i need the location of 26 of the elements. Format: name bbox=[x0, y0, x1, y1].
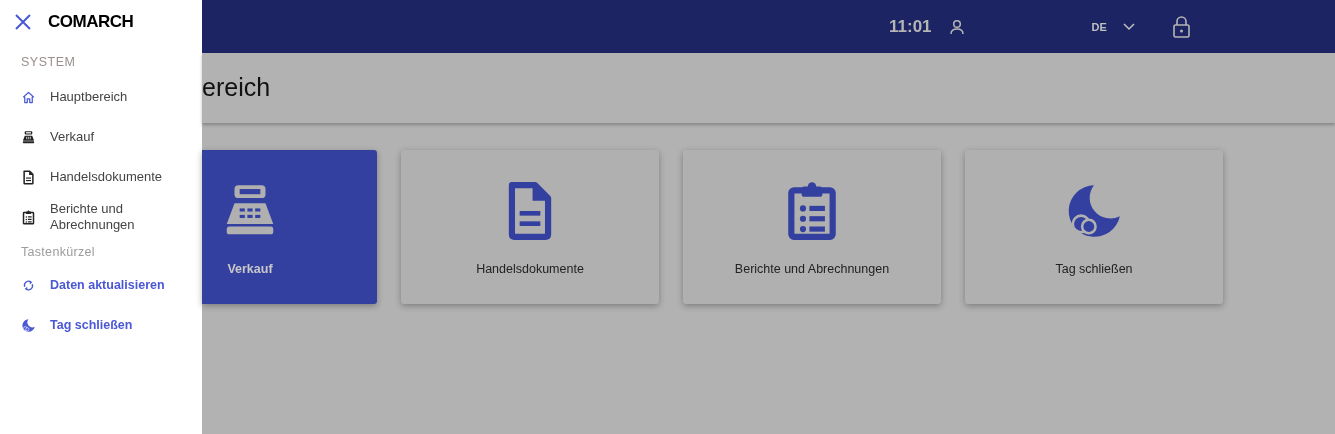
menu-item[interactable]: Verkauf bbox=[0, 117, 202, 157]
cash-register-icon bbox=[21, 129, 36, 145]
chevron-down-icon bbox=[1122, 22, 1135, 31]
menu-item[interactable]: Tag schließen bbox=[0, 305, 202, 345]
tile[interactable]: Tag schließen bbox=[965, 150, 1223, 304]
menu-item[interactable]: Handelsdokumente bbox=[0, 157, 202, 197]
tile[interactable]: Berichte und Abrechnungen bbox=[683, 150, 941, 304]
tile[interactable]: Verkauf bbox=[202, 150, 377, 304]
clock: 11:01 bbox=[889, 16, 932, 37]
section-heading: Tastenkürzel bbox=[20, 245, 96, 259]
section-heading: SYSTEM bbox=[20, 55, 77, 69]
moon-cloud-icon bbox=[21, 317, 36, 333]
tile[interactable]: Handelsdokumente bbox=[401, 150, 659, 304]
clipboard-icon bbox=[21, 209, 36, 225]
page-title: ereich bbox=[202, 73, 271, 102]
menu-item[interactable]: Daten aktualisieren bbox=[0, 265, 202, 305]
user-icon[interactable] bbox=[949, 18, 964, 35]
language-selector[interactable]: DE bbox=[1091, 20, 1135, 33]
home-icon bbox=[21, 89, 36, 105]
menu-item[interactable]: Hauptbereich bbox=[0, 77, 202, 117]
menu-item[interactable]: Berichte und Abrechnungen bbox=[0, 197, 202, 237]
lock-icon[interactable] bbox=[1172, 15, 1190, 38]
sync-icon bbox=[21, 277, 36, 293]
logo: COMARCH bbox=[48, 12, 134, 32]
close-icon[interactable] bbox=[14, 13, 32, 31]
document-icon bbox=[21, 169, 36, 185]
